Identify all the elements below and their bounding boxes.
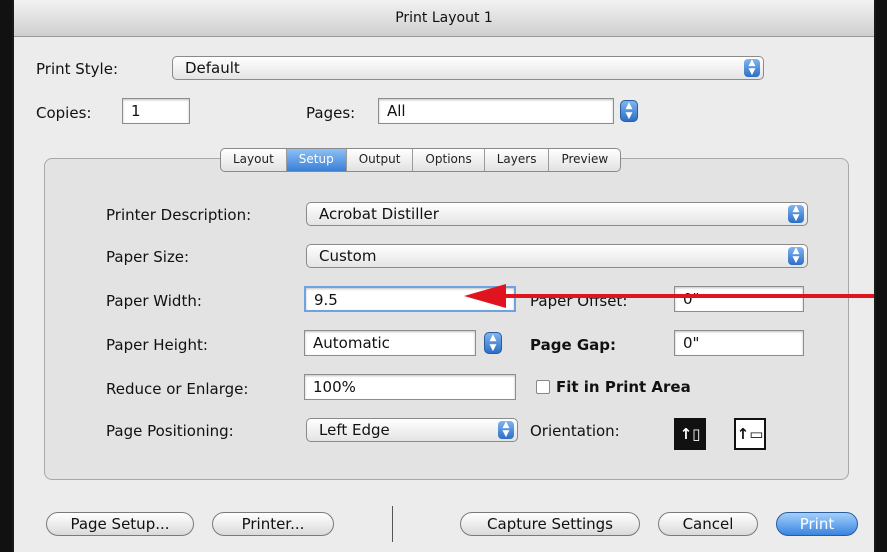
page-positioning-label: Page Positioning: — [106, 422, 234, 440]
window-title: Print Layout 1 — [14, 0, 874, 37]
tab-layout[interactable]: Layout — [221, 149, 287, 171]
tab-preview[interactable]: Preview — [549, 149, 620, 171]
print-style-popup[interactable]: Default ▲ ▼ — [172, 56, 764, 80]
paper-height-label: Paper Height: — [106, 336, 208, 354]
paper-size-value: Custom — [319, 247, 377, 265]
print-button[interactable]: Print — [776, 512, 858, 536]
page-gap-label: Page Gap: — [530, 336, 617, 354]
popup-arrows-icon: ▲ ▼ — [788, 205, 804, 223]
cancel-button[interactable]: Cancel — [658, 512, 758, 536]
tab-layers[interactable]: Layers — [485, 149, 550, 171]
popup-arrows-icon: ▲ ▼ — [498, 421, 514, 439]
orientation-label: Orientation: — [530, 422, 620, 440]
printer-button[interactable]: Printer... — [212, 512, 334, 536]
paper-size-popup[interactable]: Custom ▲ ▼ — [306, 244, 808, 268]
pages-label: Pages: — [306, 104, 356, 122]
copies-field[interactable]: 1 — [122, 98, 190, 124]
annotation-arrow — [464, 284, 874, 308]
paper-width-label: Paper Width: — [106, 292, 202, 310]
tab-setup[interactable]: Setup — [286, 149, 347, 171]
button-divider — [392, 506, 393, 542]
tab-bar: Layout Setup Output Options Layers Previ… — [220, 148, 622, 172]
printer-description-popup[interactable]: Acrobat Distiller ▲ ▼ — [306, 202, 808, 226]
page-setup-button[interactable]: Page Setup... — [46, 512, 194, 536]
tab-output[interactable]: Output — [347, 149, 414, 171]
fit-in-print-area-checkbox[interactable] — [536, 380, 550, 394]
pages-field[interactable]: All — [378, 98, 614, 124]
capture-settings-button[interactable]: Capture Settings — [460, 512, 640, 536]
copies-label: Copies: — [36, 104, 92, 122]
print-style-value: Default — [185, 59, 240, 77]
tab-options[interactable]: Options — [413, 149, 485, 171]
portrait-orientation-icon[interactable]: ↑▯ — [674, 418, 706, 450]
paper-size-label: Paper Size: — [106, 248, 190, 266]
pages-popup-button[interactable]: ▲ ▼ — [620, 100, 638, 122]
page-positioning-value: Left Edge — [319, 421, 390, 439]
page-gap-field[interactable]: 0" — [674, 330, 804, 356]
printer-description-value: Acrobat Distiller — [319, 205, 439, 223]
popup-arrows-icon: ▲ ▼ — [788, 247, 804, 265]
landscape-orientation-icon[interactable]: ↑▭ — [734, 418, 766, 450]
print-dialog: Print Layout 1 Print Style: Default ▲ ▼ C… — [12, 0, 876, 552]
page-positioning-popup[interactable]: Left Edge ▲ ▼ — [306, 418, 518, 442]
fit-in-print-area-label: Fit in Print Area — [556, 378, 691, 396]
printer-description-label: Printer Description: — [106, 206, 252, 224]
paper-height-popup-button[interactable]: ▲ ▼ — [484, 332, 502, 354]
annotation-arrow-head — [464, 284, 506, 308]
paper-height-field[interactable]: Automatic — [304, 330, 476, 356]
print-style-label: Print Style: — [36, 60, 119, 78]
reduce-enlarge-label: Reduce or Enlarge: — [106, 380, 249, 398]
reduce-enlarge-field[interactable]: 100% — [304, 374, 516, 400]
popup-arrows-icon: ▲ ▼ — [744, 59, 760, 77]
